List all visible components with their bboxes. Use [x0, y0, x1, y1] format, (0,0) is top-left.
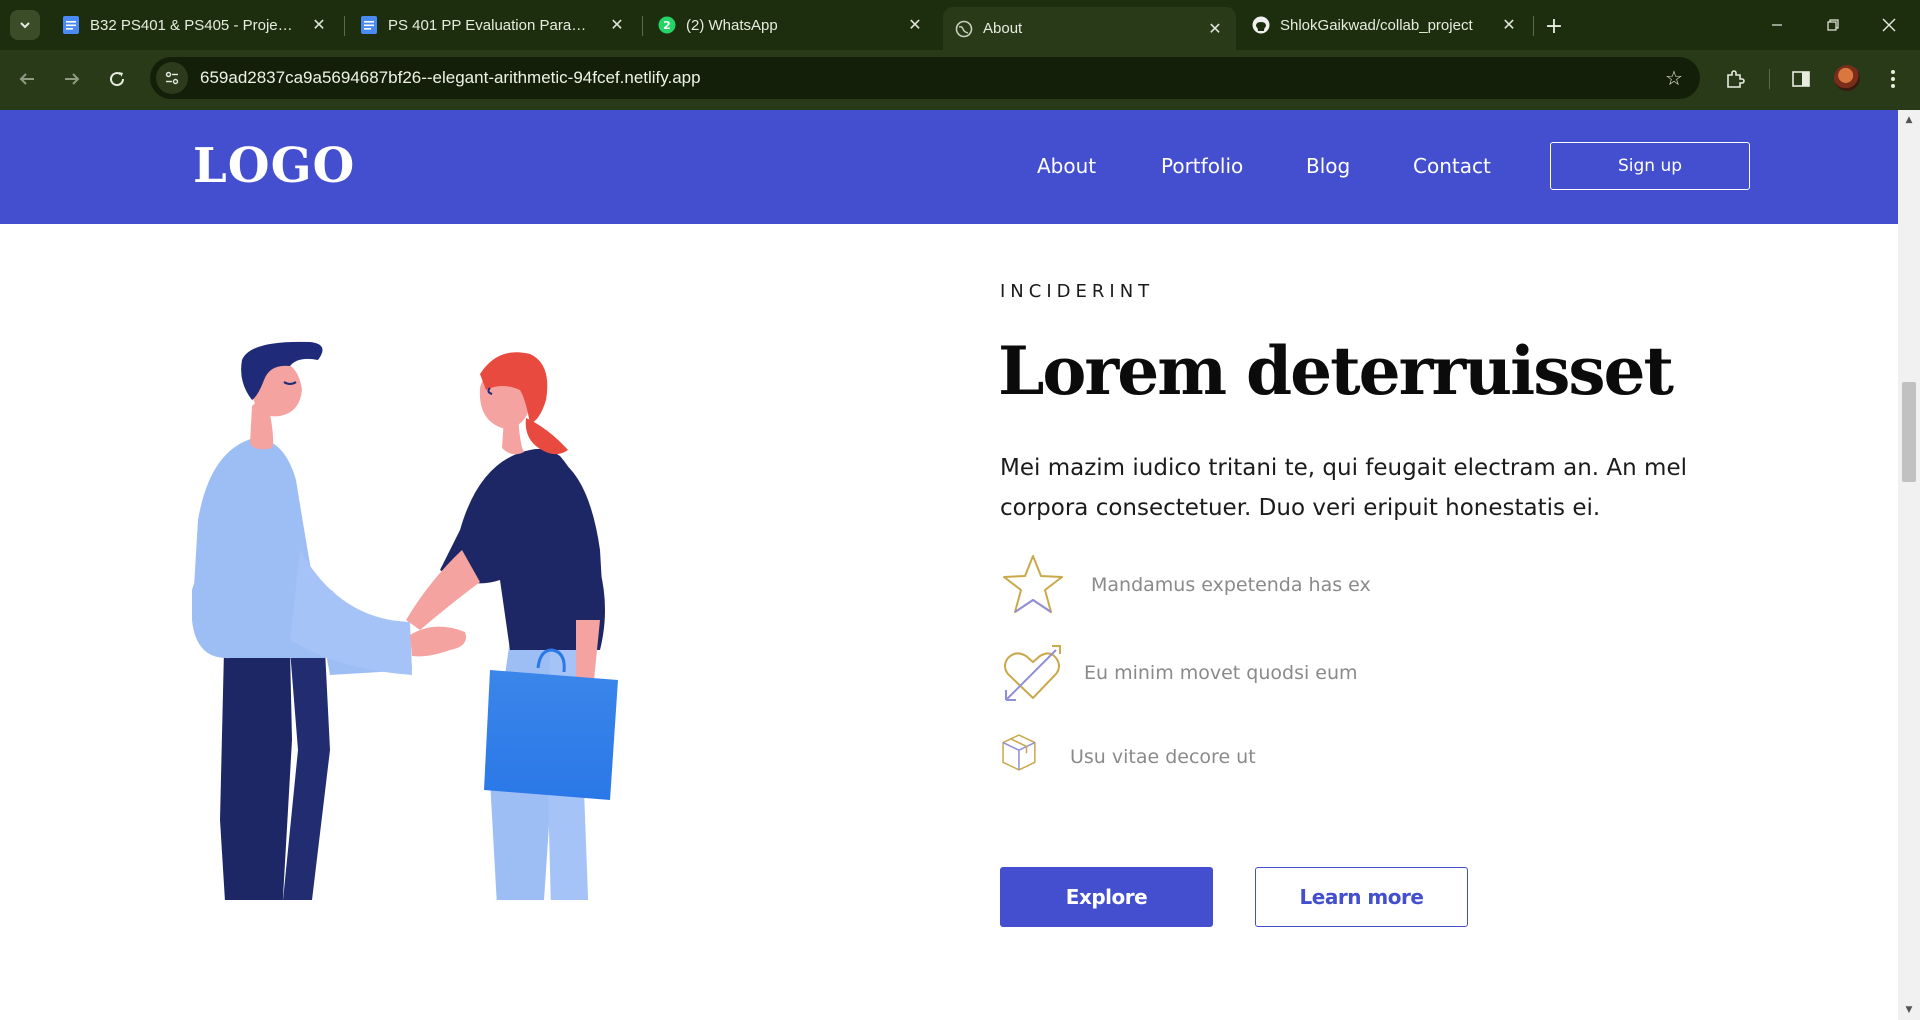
tab-about[interactable]: About ✕ — [943, 7, 1236, 50]
star-icon — [1003, 555, 1063, 613]
nav-contact[interactable]: Contact — [1413, 154, 1491, 178]
feature-item: Mandamus expetenda has ex — [1000, 552, 1371, 618]
feature-item: Usu vitae decore ut — [1000, 732, 1256, 782]
side-panel-button[interactable] — [1784, 62, 1818, 96]
signup-button[interactable]: Sign up — [1550, 142, 1750, 190]
scroll-down-icon[interactable]: ▼ — [1903, 1004, 1915, 1016]
url-text: 659ad2837ca9a5694687bf26--elegant-arithm… — [200, 68, 701, 87]
tab-project-doc[interactable]: B32 PS401 & PS405 - Project Pr ✕ — [50, 7, 340, 43]
learn-more-button[interactable]: Learn more — [1255, 867, 1468, 927]
google-docs-icon — [360, 16, 378, 34]
site-header: LOGO About Portfolio Blog Contact Sign u… — [0, 110, 1898, 224]
forward-button[interactable] — [55, 62, 89, 96]
arrow-left-icon — [19, 73, 34, 85]
tab-title: (2) WhatsApp — [686, 16, 778, 34]
tab-github[interactable]: ShlokGaikwad/collab_project ✕ — [1240, 7, 1530, 43]
tab-strip: B32 PS401 & PS405 - Project Pr ✕ PS 401 … — [0, 0, 1920, 50]
bookmark-star-icon[interactable]: ☆ — [1662, 66, 1686, 90]
puzzle-icon — [1727, 70, 1745, 88]
heart-arrow-icon — [1004, 645, 1061, 701]
site-settings-icon[interactable] — [156, 62, 188, 94]
minimize-icon — [1772, 24, 1782, 26]
close-window-button[interactable] — [1866, 8, 1912, 42]
close-icon[interactable]: ✕ — [310, 16, 328, 34]
minimize-button[interactable] — [1754, 8, 1800, 42]
close-icon[interactable]: ✕ — [608, 16, 626, 34]
reload-button[interactable] — [100, 62, 134, 96]
site-logo[interactable]: LOGO — [193, 138, 355, 194]
tab-separator — [1533, 16, 1534, 36]
profile-avatar[interactable] — [1834, 65, 1860, 91]
browser-toolbar: 659ad2837ca9a5694687bf26--elegant-arithm… — [0, 50, 1920, 108]
scroll-thumb[interactable] — [1902, 382, 1916, 482]
tab-separator — [642, 16, 643, 36]
nav-about[interactable]: About — [1037, 154, 1096, 178]
hero-lead: Mei mazim iudico tritani te, qui feugait… — [1000, 455, 1688, 521]
toolbar-divider — [1769, 69, 1770, 89]
chevron-down-icon — [20, 22, 30, 29]
page-viewport: LOGO About Portfolio Blog Contact Sign u… — [0, 110, 1920, 1020]
tab-search-button[interactable] — [10, 10, 40, 40]
tab-title: PS 401 PP Evaluation Parameter — [388, 16, 598, 34]
google-docs-icon — [62, 16, 80, 34]
hero-title: Lorem deterruisset — [998, 332, 1674, 410]
nav-portfolio[interactable]: Portfolio — [1161, 154, 1243, 178]
feature-text: Mandamus expetenda has ex — [1091, 574, 1371, 596]
close-icon[interactable]: ✕ — [1500, 16, 1518, 34]
tab-separator — [344, 16, 345, 36]
tab-title: B32 PS401 & PS405 - Project Pr — [90, 16, 300, 34]
globe-icon — [955, 20, 973, 38]
tab-title: About — [983, 20, 1023, 37]
side-panel-icon — [1792, 71, 1810, 87]
woman-figure — [406, 352, 618, 900]
reload-icon — [110, 72, 125, 87]
box-icon — [1002, 734, 1036, 771]
tab-title: ShlokGaikwad/collab_project — [1280, 16, 1473, 34]
nav-blog[interactable]: Blog — [1306, 154, 1350, 178]
menu-button[interactable] — [1876, 62, 1910, 96]
arrow-right-icon — [65, 73, 80, 85]
browser-chrome: B32 PS401 & PS405 - Project Pr ✕ PS 401 … — [0, 0, 1920, 110]
restore-icon — [1827, 19, 1839, 31]
more-vertical-icon — [1891, 70, 1895, 88]
feature-text: Usu vitae decore ut — [1070, 746, 1256, 768]
close-icon[interactable]: ✕ — [906, 16, 924, 34]
tab-whatsapp[interactable]: 2 (2) WhatsApp ✕ — [646, 7, 936, 43]
feature-text: Eu minim movet quodsi eum — [1084, 662, 1358, 684]
hero-eyebrow: INCIDERINT — [1000, 281, 1155, 302]
restore-button[interactable] — [1810, 8, 1856, 42]
extensions-button[interactable] — [1718, 62, 1752, 96]
close-icon — [1882, 18, 1896, 32]
explore-button[interactable]: Explore — [1000, 867, 1213, 927]
back-button[interactable] — [10, 62, 44, 96]
address-bar[interactable]: 659ad2837ca9a5694687bf26--elegant-arithm… — [150, 57, 1700, 99]
whatsapp-icon: 2 — [658, 16, 676, 34]
scroll-up-icon[interactable]: ▲ — [1903, 114, 1915, 126]
tab-evaluation-doc[interactable]: PS 401 PP Evaluation Parameter ✕ — [348, 7, 638, 43]
new-tab-button[interactable]: + — [1540, 12, 1568, 40]
page-scrollbar[interactable]: ▲ ▼ — [1898, 110, 1920, 1020]
github-icon — [1252, 16, 1270, 34]
svg-text:2: 2 — [663, 19, 671, 32]
feature-item: Eu minim movet quodsi eum — [1000, 640, 1358, 706]
handshake-illustration — [192, 341, 618, 900]
close-icon[interactable]: ✕ — [1206, 20, 1224, 38]
